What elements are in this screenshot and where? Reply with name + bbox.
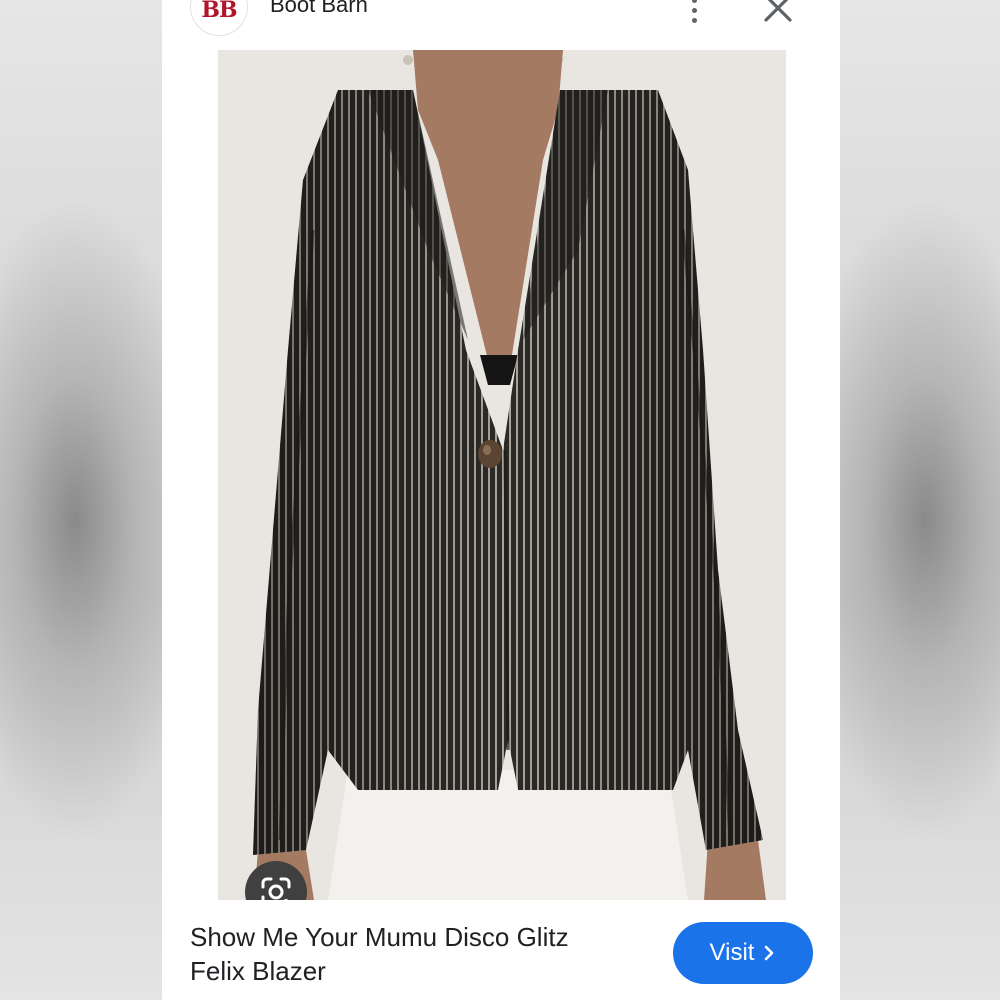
google-lens-icon bbox=[261, 877, 291, 900]
product-photo bbox=[218, 50, 786, 900]
product-image[interactable] bbox=[218, 50, 786, 900]
product-title-line1: Show Me Your Mumu Disco Glitz bbox=[190, 922, 569, 952]
more-vert-icon-dot bbox=[691, 7, 697, 13]
blazer-button bbox=[478, 440, 502, 468]
source-avatar[interactable]: BB bbox=[190, 0, 248, 36]
source-name[interactable]: Boot Barn bbox=[270, 0, 368, 18]
visit-button[interactable]: Visit bbox=[673, 922, 813, 984]
chevron-right-icon bbox=[765, 945, 774, 961]
source-avatar-text: BB bbox=[201, 0, 237, 23]
more-vert-icon-dot bbox=[691, 17, 697, 23]
close-icon bbox=[764, 0, 792, 22]
panel-header: BB Boot Barn bbox=[162, 0, 840, 48]
more-vert-icon bbox=[691, 0, 697, 3]
model-hand bbox=[704, 840, 766, 900]
visit-button-label: Visit bbox=[709, 939, 755, 966]
earring bbox=[403, 55, 413, 65]
product-title[interactable]: Show Me Your Mumu Disco Glitz Felix Blaz… bbox=[190, 920, 640, 988]
product-title-line2: Felix Blazer bbox=[190, 956, 326, 986]
image-preview-panel: BB Boot Barn Show Me Your Mumu Disco Gli… bbox=[162, 0, 840, 1000]
close-button[interactable] bbox=[760, 0, 796, 26]
more-options-button[interactable] bbox=[678, 0, 710, 26]
